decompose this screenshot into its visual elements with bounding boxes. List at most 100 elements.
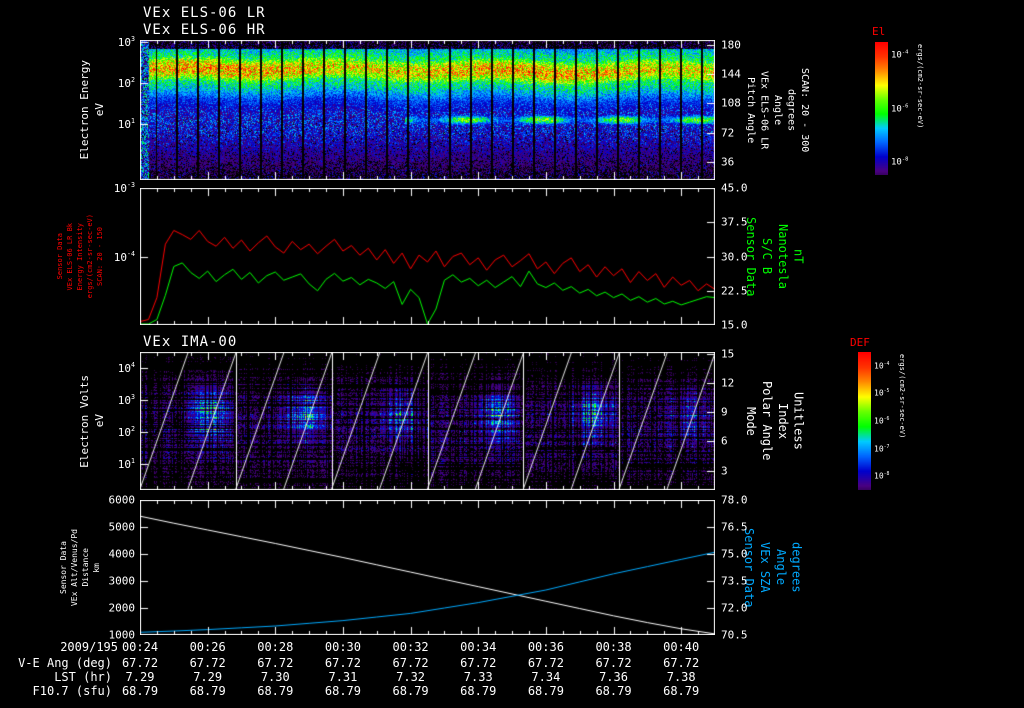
footer-value: 67.72 (189, 656, 226, 670)
footer-value: 68.79 (663, 684, 700, 698)
axis-label-line: eV (93, 103, 106, 117)
volts-tick-label: 103 (117, 393, 135, 407)
left-tick-label: 3000 (108, 574, 136, 588)
left-tick-label: 10-4 (113, 249, 135, 264)
els-colorbar-title: El (872, 25, 886, 38)
footer-value: 67.72 (460, 656, 497, 670)
panel2-right-axis-label: Sensor Data S/C B Nanotesla nT (744, 188, 806, 325)
footer-value: 67.72 (121, 656, 159, 670)
right-tick-label: 30.0 (721, 250, 748, 263)
axis-label-line: S/C B (760, 238, 774, 275)
panel4-right-axis-label: Sensor Data VEx SZA Angle degrees (742, 500, 804, 635)
right-tick-label: 72.0 (721, 601, 748, 615)
ima-spectrogram-canvas (140, 352, 715, 490)
axis-label-line: km (92, 562, 102, 573)
axis-label-line: Distance (81, 548, 90, 587)
polar-angle-tick-label: 12 (721, 376, 735, 390)
axis-label-line: VEx Alt/Venus/Pd (69, 528, 79, 607)
axis-label-line: SCAN: 20 - 150 (96, 226, 105, 286)
panel1-title-hr: VEx ELS-06 HR (143, 22, 266, 38)
axis-label-line: Polar Angle (760, 381, 774, 461)
axis-label-line: degrees (789, 542, 804, 593)
footer-value: 7.38 (666, 670, 696, 684)
axis-label-line: Angle (771, 94, 783, 126)
colorbar-tick-label: 10-6 (874, 416, 890, 426)
footer-value: 7.29 (193, 670, 223, 684)
colorbar-tick-label: 10-4 (874, 361, 890, 371)
axis-label-line: Sensor Data (742, 527, 757, 608)
footer-value: 67.72 (392, 656, 429, 670)
time-tick-label: 00:34 (460, 640, 497, 654)
energy-tick-label: 101 (117, 117, 135, 132)
axis-label-line: VEx ELS-06 LR Bk (65, 222, 74, 291)
left-tick-label: 2000 (108, 601, 136, 615)
footer-row-label: LST (hr) (54, 670, 112, 684)
axis-label-line: VEx ELS-06 LR (758, 70, 770, 150)
pitch-angle-tick-label: 144 (721, 67, 741, 81)
pitch-angle-tick-label: 108 (721, 96, 741, 110)
bfield-intensity-canvas (140, 188, 715, 325)
time-tick-label: 00:24 (121, 640, 159, 654)
panel3-left-axis-label: Electron Volts eV (76, 352, 110, 490)
colorbar-tick-label: 10-4 (891, 49, 909, 61)
footer-value: 67.72 (527, 656, 564, 670)
axis-label-line: Electron Energy (78, 60, 92, 160)
axis-label-line: Angle (773, 549, 788, 586)
axis-label-line: Unitless (791, 392, 806, 450)
axis-label-line: nT (791, 249, 806, 264)
colorbar-tick-label: 10-7 (874, 444, 890, 454)
left-tick-label: 5000 (108, 520, 136, 534)
footer-value: 68.79 (527, 684, 564, 698)
panel1-title-lr: VEx ELS-06 LR (143, 5, 266, 21)
right-tick-label: 15.0 (721, 318, 748, 332)
volts-tick-label: 104 (117, 361, 135, 375)
footer-value: 67.72 (595, 656, 632, 670)
right-tick-label: 75.0 (721, 547, 748, 561)
colorbar-tick-label: 10-5 (874, 388, 890, 398)
panel2-left-axis-label: Sensor Data VEx ELS-06 LR Bk Energy Intens… (56, 188, 104, 325)
footer-value: 67.72 (663, 656, 700, 670)
axis-label-line: Mode (744, 406, 759, 436)
axis-label-line: degrees (785, 88, 797, 132)
axis-label-line: eV (93, 414, 106, 428)
footer-value: 67.72 (324, 656, 361, 670)
footer-value: 7.33 (463, 670, 493, 684)
footer-value: 68.79 (121, 684, 159, 698)
panel1-right-axis-label: Pitch Angle VEx ELS-06 LR Angle degrees SCAN… (744, 40, 810, 180)
footer-value: 68.79 (392, 684, 429, 698)
time-tick-label: 00:26 (189, 640, 226, 654)
right-tick-label: 70.5 (721, 628, 748, 642)
right-tick-label: 37.5 (721, 215, 748, 229)
polar-angle-tick-label: 6 (721, 434, 728, 448)
polar-angle-tick-label: 3 (721, 464, 728, 478)
left-tick-label: 4000 (108, 547, 136, 561)
footer-row-label: V-E Ang (deg) (18, 656, 112, 670)
panel3-title: VEx IMA-00 (143, 334, 238, 350)
footer-value: 7.34 (531, 670, 561, 684)
axis-label-line: Sensor Data (58, 541, 68, 594)
ima-colorbar-units: ergs/(cm2-sr-sec-eV) (898, 354, 906, 439)
right-tick-label: 78.0 (721, 493, 748, 507)
polar-angle-tick-label: 9 (721, 405, 728, 419)
footer-value: 68.79 (460, 684, 497, 698)
ima-colorbar-title: DEF (850, 336, 870, 349)
axis-label-line: VEx SZA (758, 542, 772, 593)
time-tick-label: 00:36 (527, 640, 564, 654)
pitch-angle-tick-label: 180 (721, 38, 741, 52)
panel4-left-axis-label: Sensor Data VEx Alt/Venus/Pd Distance km (56, 500, 104, 635)
right-tick-label: 22.5 (721, 284, 748, 298)
footer-value: 7.36 (599, 670, 628, 684)
axis-label-line: Nanotesla (775, 223, 790, 290)
colorbar-tick-label: 10-8 (874, 471, 890, 481)
axis-label-line: Energy Intensity (75, 222, 84, 291)
time-tick-label: 00:38 (595, 640, 632, 654)
volts-tick-label: 101 (117, 457, 135, 472)
time-tick-label: 00:28 (257, 640, 294, 654)
right-tick-label: 73.5 (721, 574, 748, 588)
footer-value: 68.79 (595, 684, 632, 698)
axis-label-line: Pitch Angle (744, 76, 756, 144)
pitch-angle-tick-label: 36 (721, 155, 735, 169)
time-tick-label: 00:40 (663, 640, 700, 654)
footer-row-label: F10.7 (sfu) (32, 684, 112, 698)
axis-label-line: Sensor Data (55, 233, 64, 280)
